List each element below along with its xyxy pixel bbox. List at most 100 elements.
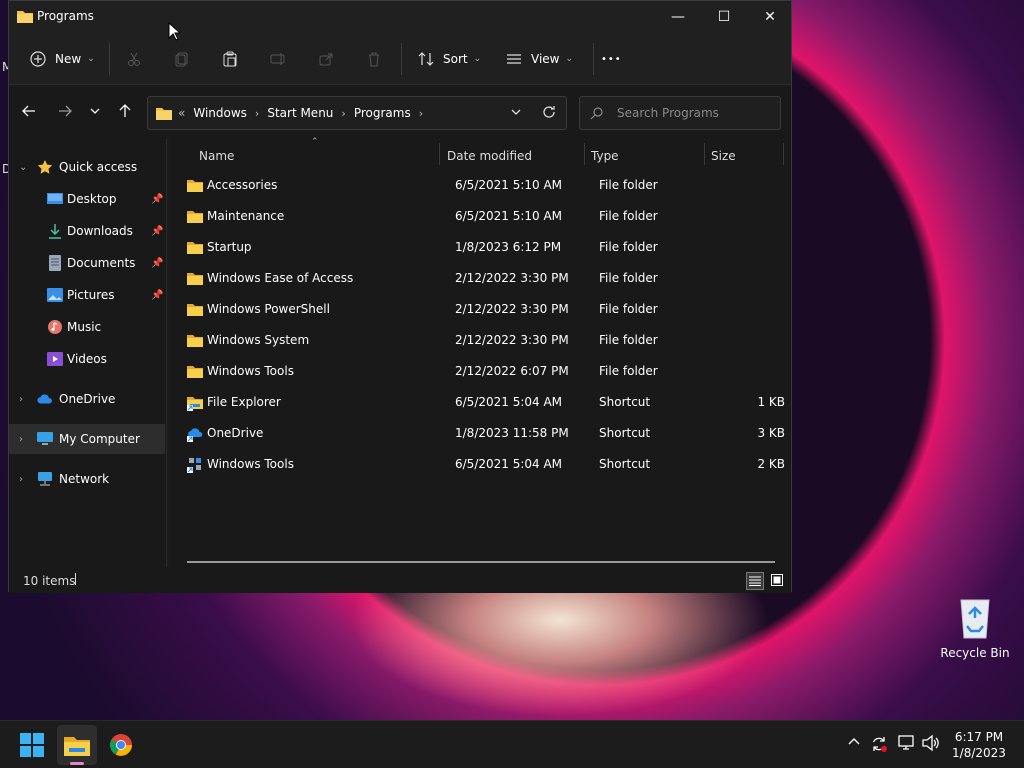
address-history-dropdown[interactable] bbox=[510, 106, 522, 121]
table-row[interactable]: Windows Tools 2/12/2022 6:07 PM File folde… bbox=[169, 356, 791, 387]
sidebar-item-label: Downloads bbox=[67, 224, 133, 238]
more-options-button[interactable]: ••• bbox=[601, 47, 622, 71]
breadcrumb-programs[interactable]: Programs bbox=[354, 106, 411, 120]
forward-button[interactable] bbox=[55, 102, 75, 122]
sidebar-item-onedrive[interactable]: › OneDrive bbox=[9, 384, 165, 414]
sidebar-item-my-computer[interactable]: › My Computer bbox=[9, 424, 165, 454]
status-divider bbox=[75, 573, 76, 585]
horizontal-scrollbar[interactable] bbox=[187, 561, 775, 563]
table-row[interactable]: OneDrive 1/8/2023 11:58 PM Shortcut 3 KB bbox=[169, 418, 791, 449]
paste-button[interactable] bbox=[221, 47, 239, 71]
star-icon bbox=[37, 159, 53, 175]
clock-date: 1/8/2023 bbox=[952, 746, 1006, 760]
column-header-size[interactable]: Size bbox=[711, 143, 736, 169]
breadcrumb-start-menu[interactable]: Start Menu bbox=[267, 106, 333, 120]
toolbar-divider bbox=[109, 43, 110, 75]
show-hidden-icons-button[interactable] bbox=[847, 735, 861, 753]
clock[interactable]: 6:17 PM 1/8/2023 bbox=[944, 729, 1014, 761]
sidebar-item-desktop[interactable]: Desktop 📌 bbox=[9, 184, 165, 214]
table-row[interactable]: Windows PowerShell 2/12/2022 3:30 PM File … bbox=[169, 294, 791, 325]
column-header-name[interactable]: Name bbox=[199, 143, 234, 169]
search-placeholder: Search Programs bbox=[617, 106, 719, 120]
pin-icon: 📌 bbox=[151, 193, 164, 205]
file-date-modified: 6/5/2021 5:04 AM bbox=[455, 395, 563, 409]
maximize-button[interactable]: ☐ bbox=[701, 1, 747, 33]
file-name: Windows Tools bbox=[207, 364, 294, 378]
table-row[interactable]: Windows System 2/12/2022 3:30 PM File fold… bbox=[169, 325, 791, 356]
taskbar-file-explorer[interactable] bbox=[57, 725, 97, 765]
column-divider[interactable] bbox=[704, 143, 705, 165]
table-row[interactable]: Windows Ease of Access 2/12/2022 3:30 PM F… bbox=[169, 263, 791, 294]
file-size: 3 KB bbox=[757, 426, 785, 440]
minimize-button[interactable]: — bbox=[655, 1, 701, 33]
folder-icon bbox=[156, 108, 172, 120]
arrow-up-icon bbox=[118, 103, 132, 121]
large-icons-view-button[interactable] bbox=[769, 572, 785, 588]
table-row[interactable]: Accessories 6/5/2021 5:10 AM File folder bbox=[169, 170, 791, 201]
file-type: File folder bbox=[599, 209, 658, 223]
volume-button[interactable] bbox=[922, 734, 940, 755]
sort-button[interactable]: Sort ⌄ bbox=[417, 47, 481, 71]
folder-icon bbox=[187, 209, 203, 223]
details-view-icon bbox=[749, 576, 761, 586]
sidebar-item-pictures[interactable]: Pictures 📌 bbox=[9, 280, 165, 310]
close-button[interactable]: ✕ bbox=[747, 1, 793, 33]
file-type: Shortcut bbox=[599, 395, 651, 409]
file-explorer-shortcut-icon bbox=[187, 395, 203, 411]
table-row[interactable]: Startup 1/8/2023 6:12 PM File folder bbox=[169, 232, 791, 263]
sidebar-item-music[interactable]: Music bbox=[9, 312, 165, 342]
speaker-icon bbox=[922, 734, 939, 752]
copy-button[interactable] bbox=[173, 47, 191, 71]
new-button[interactable]: New ⌄ bbox=[29, 47, 95, 71]
table-row[interactable]: File Explorer 6/5/2021 5:04 AM Shortcut 1 K… bbox=[169, 387, 791, 418]
sidebar-item-documents[interactable]: Documents 📌 bbox=[9, 248, 165, 278]
pin-icon: 📌 bbox=[151, 225, 164, 237]
sidebar-item-network[interactable]: › Network bbox=[9, 464, 165, 494]
download-icon bbox=[47, 223, 63, 239]
recent-locations-button[interactable] bbox=[85, 102, 105, 122]
scissors-icon bbox=[125, 50, 143, 68]
chevron-down-icon: ⌄ bbox=[565, 54, 574, 64]
up-button[interactable] bbox=[115, 102, 135, 122]
chevron-down-icon: ⌄ bbox=[87, 54, 95, 64]
cut-button[interactable] bbox=[125, 47, 143, 71]
breadcrumb-windows[interactable]: Windows bbox=[193, 106, 247, 120]
folder-icon bbox=[187, 302, 203, 316]
sidebar-item-videos[interactable]: Videos bbox=[9, 344, 165, 374]
video-icon bbox=[47, 351, 63, 367]
column-divider[interactable] bbox=[783, 143, 784, 165]
table-row[interactable]: Windows Tools 6/5/2021 5:04 AM Shortcut 2 K… bbox=[169, 449, 791, 480]
search-input[interactable]: Search Programs bbox=[579, 96, 781, 130]
sidebar-item-label: OneDrive bbox=[59, 392, 116, 406]
sidebar-item-label: My Computer bbox=[59, 432, 140, 446]
file-name: Windows Tools bbox=[207, 457, 294, 471]
column-header-type[interactable]: Type bbox=[591, 143, 619, 169]
column-divider[interactable] bbox=[439, 143, 440, 165]
rename-button[interactable] bbox=[269, 47, 287, 71]
close-icon: ✕ bbox=[764, 9, 776, 25]
sync-status-button[interactable] bbox=[870, 735, 888, 757]
details-view-button[interactable] bbox=[746, 572, 764, 590]
start-button[interactable] bbox=[12, 725, 52, 765]
ethernet-icon bbox=[898, 735, 914, 750]
delete-button[interactable] bbox=[365, 47, 383, 71]
rename-icon bbox=[269, 50, 287, 68]
table-row[interactable]: Maintenance 6/5/2021 5:10 AM File folder bbox=[169, 201, 791, 232]
sidebar-item-quick-access[interactable]: ⌄ Quick access bbox=[9, 152, 165, 182]
taskbar-chrome[interactable] bbox=[101, 725, 141, 765]
column-divider[interactable] bbox=[584, 143, 585, 165]
recycle-bin-shortcut[interactable]: Recycle Bin bbox=[940, 596, 1010, 666]
title-bar[interactable]: Programs — ☐ ✕ bbox=[9, 1, 791, 33]
new-label: New bbox=[55, 52, 82, 66]
breadcrumb-overflow[interactable]: « bbox=[178, 106, 185, 120]
refresh-icon bbox=[543, 105, 555, 118]
file-date-modified: 1/8/2023 11:58 PM bbox=[455, 426, 569, 440]
column-header-date-modified[interactable]: Date modified bbox=[447, 143, 532, 169]
address-bar[interactable]: « Windows › Start Menu › Programs › bbox=[147, 96, 567, 130]
refresh-button[interactable] bbox=[542, 105, 556, 122]
view-button[interactable]: View ⌄ bbox=[505, 47, 573, 71]
share-button[interactable] bbox=[317, 47, 335, 71]
sidebar-item-downloads[interactable]: Downloads 📌 bbox=[9, 216, 165, 246]
back-button[interactable] bbox=[19, 102, 39, 122]
network-status-button[interactable] bbox=[898, 735, 916, 755]
